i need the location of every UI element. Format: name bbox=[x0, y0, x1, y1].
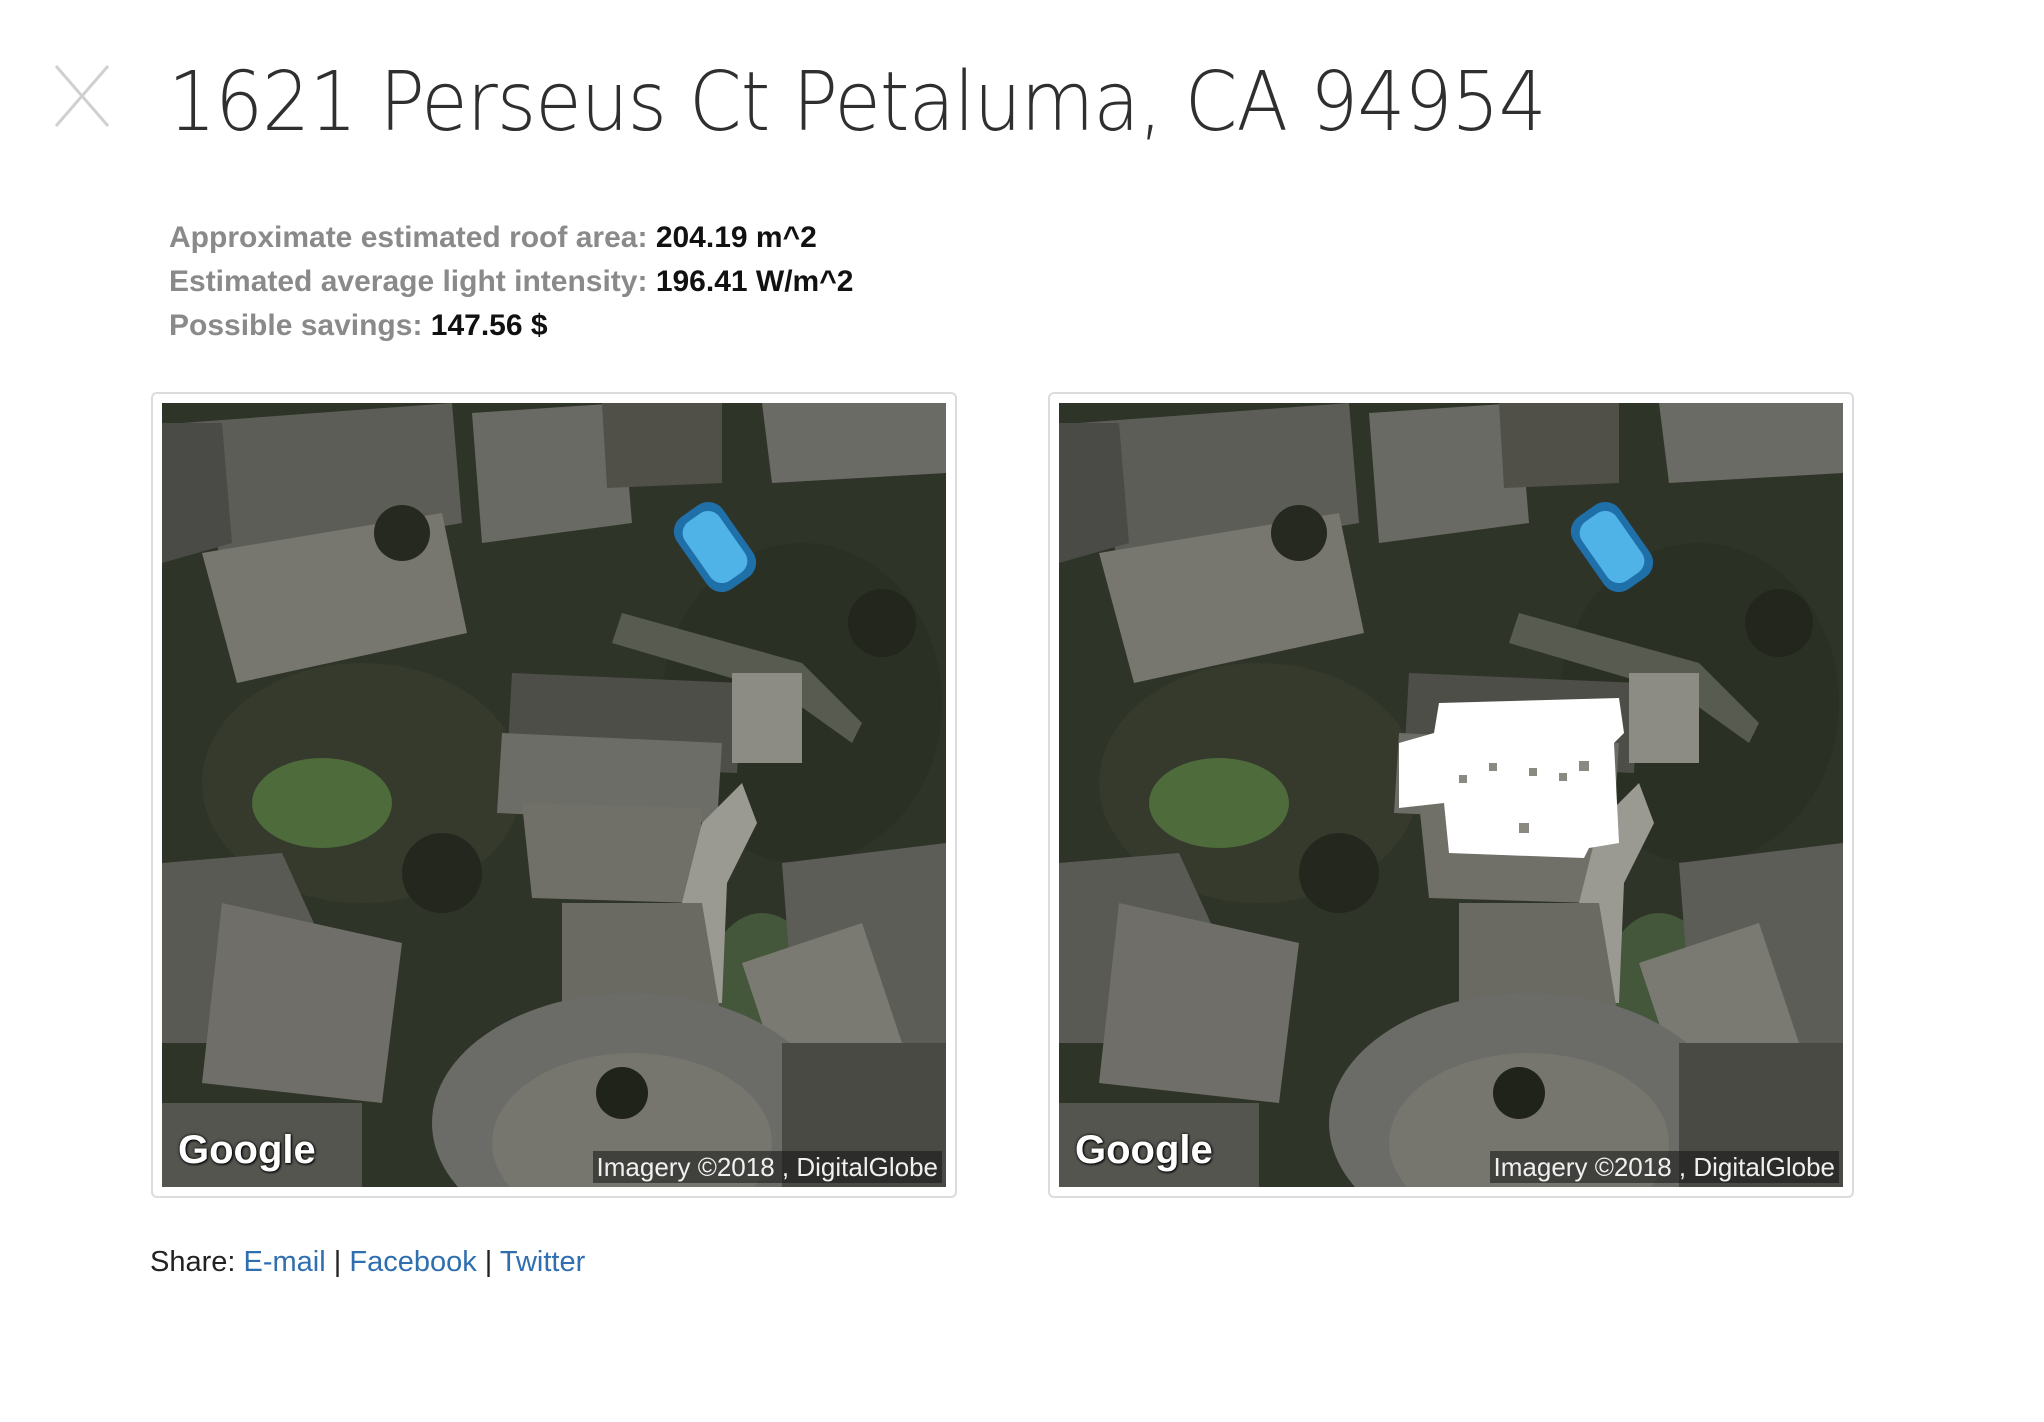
roof-area-value: 204.19 m^2 bbox=[655, 221, 817, 254]
savings-value: 147.56 $ bbox=[430, 309, 548, 342]
savings-label: Possible savings: bbox=[169, 309, 423, 342]
share-facebook-link[interactable]: Facebook bbox=[349, 1246, 476, 1278]
imagery-attribution: Imagery ©2018 , DigitalGlobe bbox=[592, 1151, 942, 1183]
imagery-attribution: Imagery ©2018 , DigitalGlobe bbox=[1489, 1151, 1839, 1183]
google-logo: Google bbox=[1075, 1128, 1213, 1172]
close-icon[interactable] bbox=[52, 62, 112, 130]
share-twitter-link[interactable]: Twitter bbox=[500, 1246, 585, 1278]
roof-detection-image-panel: Google Imagery ©2018 , DigitalGlobe bbox=[1048, 392, 1854, 1198]
light-intensity-label: Estimated average light intensity: bbox=[169, 265, 648, 298]
light-intensity-row: Estimated average light intensity: 196.4… bbox=[169, 260, 853, 304]
savings-row: Possible savings: 147.56 $ bbox=[169, 304, 853, 348]
light-intensity-value: 196.41 W/m^2 bbox=[655, 265, 854, 298]
satellite-image: Google Imagery ©2018 , DigitalGlobe bbox=[162, 403, 946, 1187]
satellite-image-panel: Google Imagery ©2018 , DigitalGlobe bbox=[151, 392, 957, 1198]
roof-stats: Approximate estimated roof area: 204.19 … bbox=[169, 216, 853, 348]
roof-area-label: Approximate estimated roof area: bbox=[169, 221, 648, 254]
share-separator: | bbox=[484, 1246, 493, 1278]
share-label: Share: bbox=[150, 1246, 236, 1278]
share-email-link[interactable]: E-mail bbox=[244, 1246, 326, 1278]
share-separator: | bbox=[333, 1246, 342, 1278]
page-title: 1621 Perseus Ct Petaluma, CA 94954 bbox=[168, 55, 1547, 150]
roof-detection-image: Google Imagery ©2018 , DigitalGlobe bbox=[1059, 403, 1843, 1187]
google-logo: Google bbox=[178, 1128, 316, 1172]
share-bar: Share: E-mail | Facebook | Twitter bbox=[150, 1244, 585, 1280]
roof-area-row: Approximate estimated roof area: 204.19 … bbox=[169, 216, 853, 260]
